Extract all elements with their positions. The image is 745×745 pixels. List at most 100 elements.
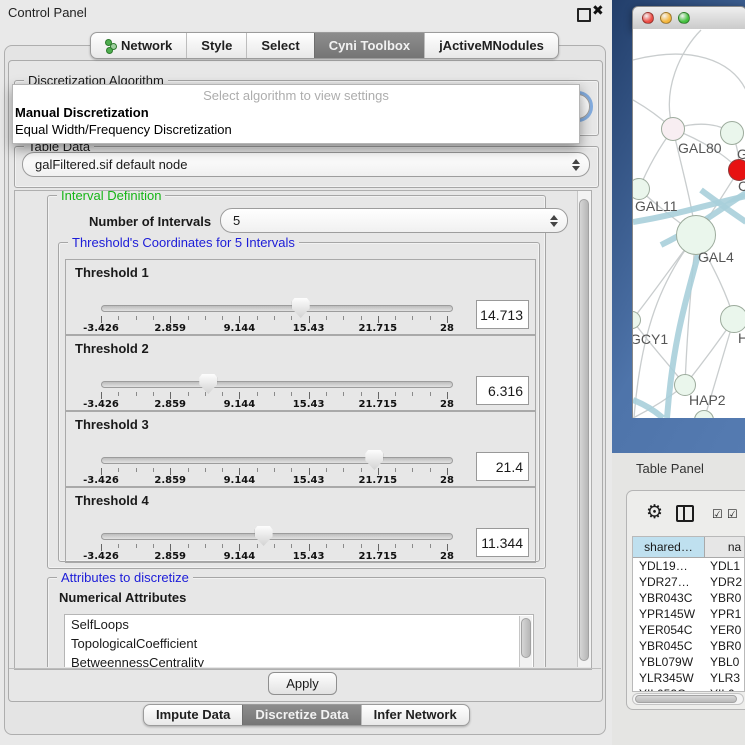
slider-tick <box>412 544 413 548</box>
checkbox-icon[interactable]: ☑ <box>712 507 723 521</box>
tab-style[interactable]: Style <box>186 33 246 58</box>
tab-cyni-toolbox[interactable]: Cyni Toolbox <box>314 33 424 58</box>
slider-track[interactable] <box>101 381 453 388</box>
apply-button[interactable]: Apply <box>268 672 337 695</box>
attribute-list-item[interactable]: SelfLoops <box>65 615 533 634</box>
tab-impute-data[interactable]: Impute Data <box>144 705 242 725</box>
slider-tick <box>136 392 137 396</box>
slider-thumb[interactable] <box>365 450 383 470</box>
table-row[interactable]: YPR145WYPR1 <box>633 606 745 622</box>
cell-name: YPR1 <box>710 606 741 622</box>
algorithm-option[interactable]: Equal Width/Frequency Discretization <box>13 121 579 138</box>
slider-tick <box>188 392 189 396</box>
slider-tick <box>101 392 102 399</box>
table-panel-title: Table Panel <box>636 461 704 476</box>
slider-tick-label: 21.715 <box>359 399 398 410</box>
cell-shared-name: YDL19… <box>639 558 703 574</box>
attribute-list-item[interactable]: TopologicalCoefficient <box>65 634 533 653</box>
thresholds-group-title: Threshold's Coordinates for 5 Intervals <box>68 235 299 250</box>
cell-name: YIL0 <box>710 686 735 692</box>
threshold-value-field[interactable]: 11.344 <box>476 528 529 557</box>
threshold-value-field[interactable]: 6.316 <box>476 376 529 405</box>
mac-zoom-icon[interactable] <box>678 12 690 24</box>
slider-thumb[interactable] <box>199 374 217 394</box>
slider-tick <box>309 316 310 323</box>
slider-thumb[interactable] <box>255 526 273 546</box>
slider-tick <box>395 544 396 548</box>
slider-tick-label: 9.144 <box>224 323 256 334</box>
table-data-combobox[interactable]: galFiltered.sif default node <box>22 152 590 177</box>
network-window-titlebar[interactable] <box>632 6 745 30</box>
slider-track[interactable] <box>101 533 453 540</box>
network-node-gal80[interactable] <box>661 117 685 141</box>
settings-scrollbar-thumb[interactable] <box>579 199 589 661</box>
table-row[interactable]: YER054CYER0 <box>633 622 745 638</box>
numerical-attributes-list[interactable]: SelfLoopsTopologicalCoefficientBetweenne… <box>64 614 534 667</box>
slider-tick <box>239 468 240 475</box>
threshold-value-field[interactable]: 21.4 <box>476 452 529 481</box>
network-node-g[interactable] <box>720 121 744 145</box>
slider-tick <box>188 316 189 320</box>
close-icon[interactable]: ✖ <box>592 2 604 19</box>
slider-tick <box>291 316 292 320</box>
slider-tick <box>326 544 327 548</box>
threshold-panel: Threshold 2-3.4262.8599.14415.4321.71528… <box>65 335 536 411</box>
node-label: H <box>738 330 745 346</box>
threshold-value-field[interactable]: 14.713 <box>476 300 529 329</box>
gear-icon[interactable]: ⚙ <box>646 501 663 524</box>
threshold-panel: Threshold 1-3.4262.8599.14415.4321.71528… <box>65 259 536 335</box>
slider-tick <box>153 544 154 548</box>
table-row[interactable]: YDR27…YDR2 <box>633 574 745 590</box>
slider-thumb[interactable] <box>292 298 310 318</box>
table-horizontal-scrollbar-thumb[interactable] <box>635 695 737 703</box>
attributes-list-scrollbar-thumb[interactable] <box>521 618 531 658</box>
attributes-list-scrollbar[interactable] <box>519 616 532 667</box>
table-row[interactable]: YIL052CYIL0 <box>633 686 745 692</box>
tab-network[interactable]: Network <box>91 33 186 58</box>
slider-tick-label: 15.43 <box>293 475 325 486</box>
slider-track[interactable] <box>101 305 453 312</box>
column-header-name[interactable]: na <box>705 537 745 558</box>
tab-label: Cyni Toolbox <box>329 33 410 58</box>
float-window-icon[interactable] <box>577 8 591 22</box>
combobox-arrows-icon <box>550 215 558 227</box>
table-row[interactable]: YBR043CYBR0 <box>633 590 745 606</box>
slider-tick <box>291 468 292 472</box>
tab-infer-network[interactable]: Infer Network <box>361 705 469 725</box>
slider-tick-label: 9.144 <box>224 475 256 486</box>
slider-tick <box>274 316 275 320</box>
table-row[interactable]: YLR345WYLR3 <box>633 670 745 686</box>
mac-close-icon[interactable] <box>642 12 654 24</box>
network-view[interactable]: GAL80GCGAL11GAL4GCY1HHAP2 <box>632 29 745 418</box>
algorithm-option[interactable]: Manual Discretization <box>13 104 579 121</box>
slider-tick-label: 2.859 <box>154 399 186 410</box>
tab-jactivemnodules[interactable]: jActiveMNodules <box>424 33 558 58</box>
split-panel-icon[interactable] <box>676 505 694 522</box>
settings-viewport: Interval Definition Number of Intervals … <box>15 191 577 667</box>
tab-discretize-data[interactable]: Discretize Data <box>242 705 360 725</box>
mac-minimize-icon[interactable] <box>660 12 672 24</box>
slider-track[interactable] <box>101 457 453 464</box>
slider-tick <box>205 316 206 320</box>
node-label: GCY1 <box>632 331 668 347</box>
column-header-shared-name[interactable]: shared… <box>633 537 705 558</box>
slider-tick <box>378 544 379 551</box>
table-row[interactable]: YBL079WYBL0 <box>633 654 745 670</box>
node-table[interactable]: shared… na YDL19…YDL1YDR27…YDR2YBR043CYB… <box>632 536 745 692</box>
attribute-list-item[interactable]: BetweennessCentrality <box>65 653 533 667</box>
slider-tick <box>309 468 310 475</box>
slider-tick <box>447 544 448 551</box>
slider-tick <box>257 316 258 320</box>
table-row[interactable]: YDL19…YDL1 <box>633 558 745 574</box>
settings-scrollbar[interactable] <box>577 191 591 667</box>
threshold-panel: Threshold 3-3.4262.8599.14415.4321.71528… <box>65 411 536 487</box>
table-row[interactable]: YBR045CYBR0 <box>633 638 745 654</box>
tab-label: Discretize Data <box>255 705 348 725</box>
number-of-intervals-combobox[interactable]: 5 <box>220 208 568 233</box>
checkbox-icon[interactable]: ☑ <box>727 507 738 521</box>
slider-tick-label: 9.144 <box>224 551 256 562</box>
slider-tick <box>101 544 102 551</box>
tab-select[interactable]: Select <box>246 33 313 58</box>
network-node-h[interactable] <box>720 305 745 333</box>
table-horizontal-scrollbar[interactable] <box>632 693 744 705</box>
